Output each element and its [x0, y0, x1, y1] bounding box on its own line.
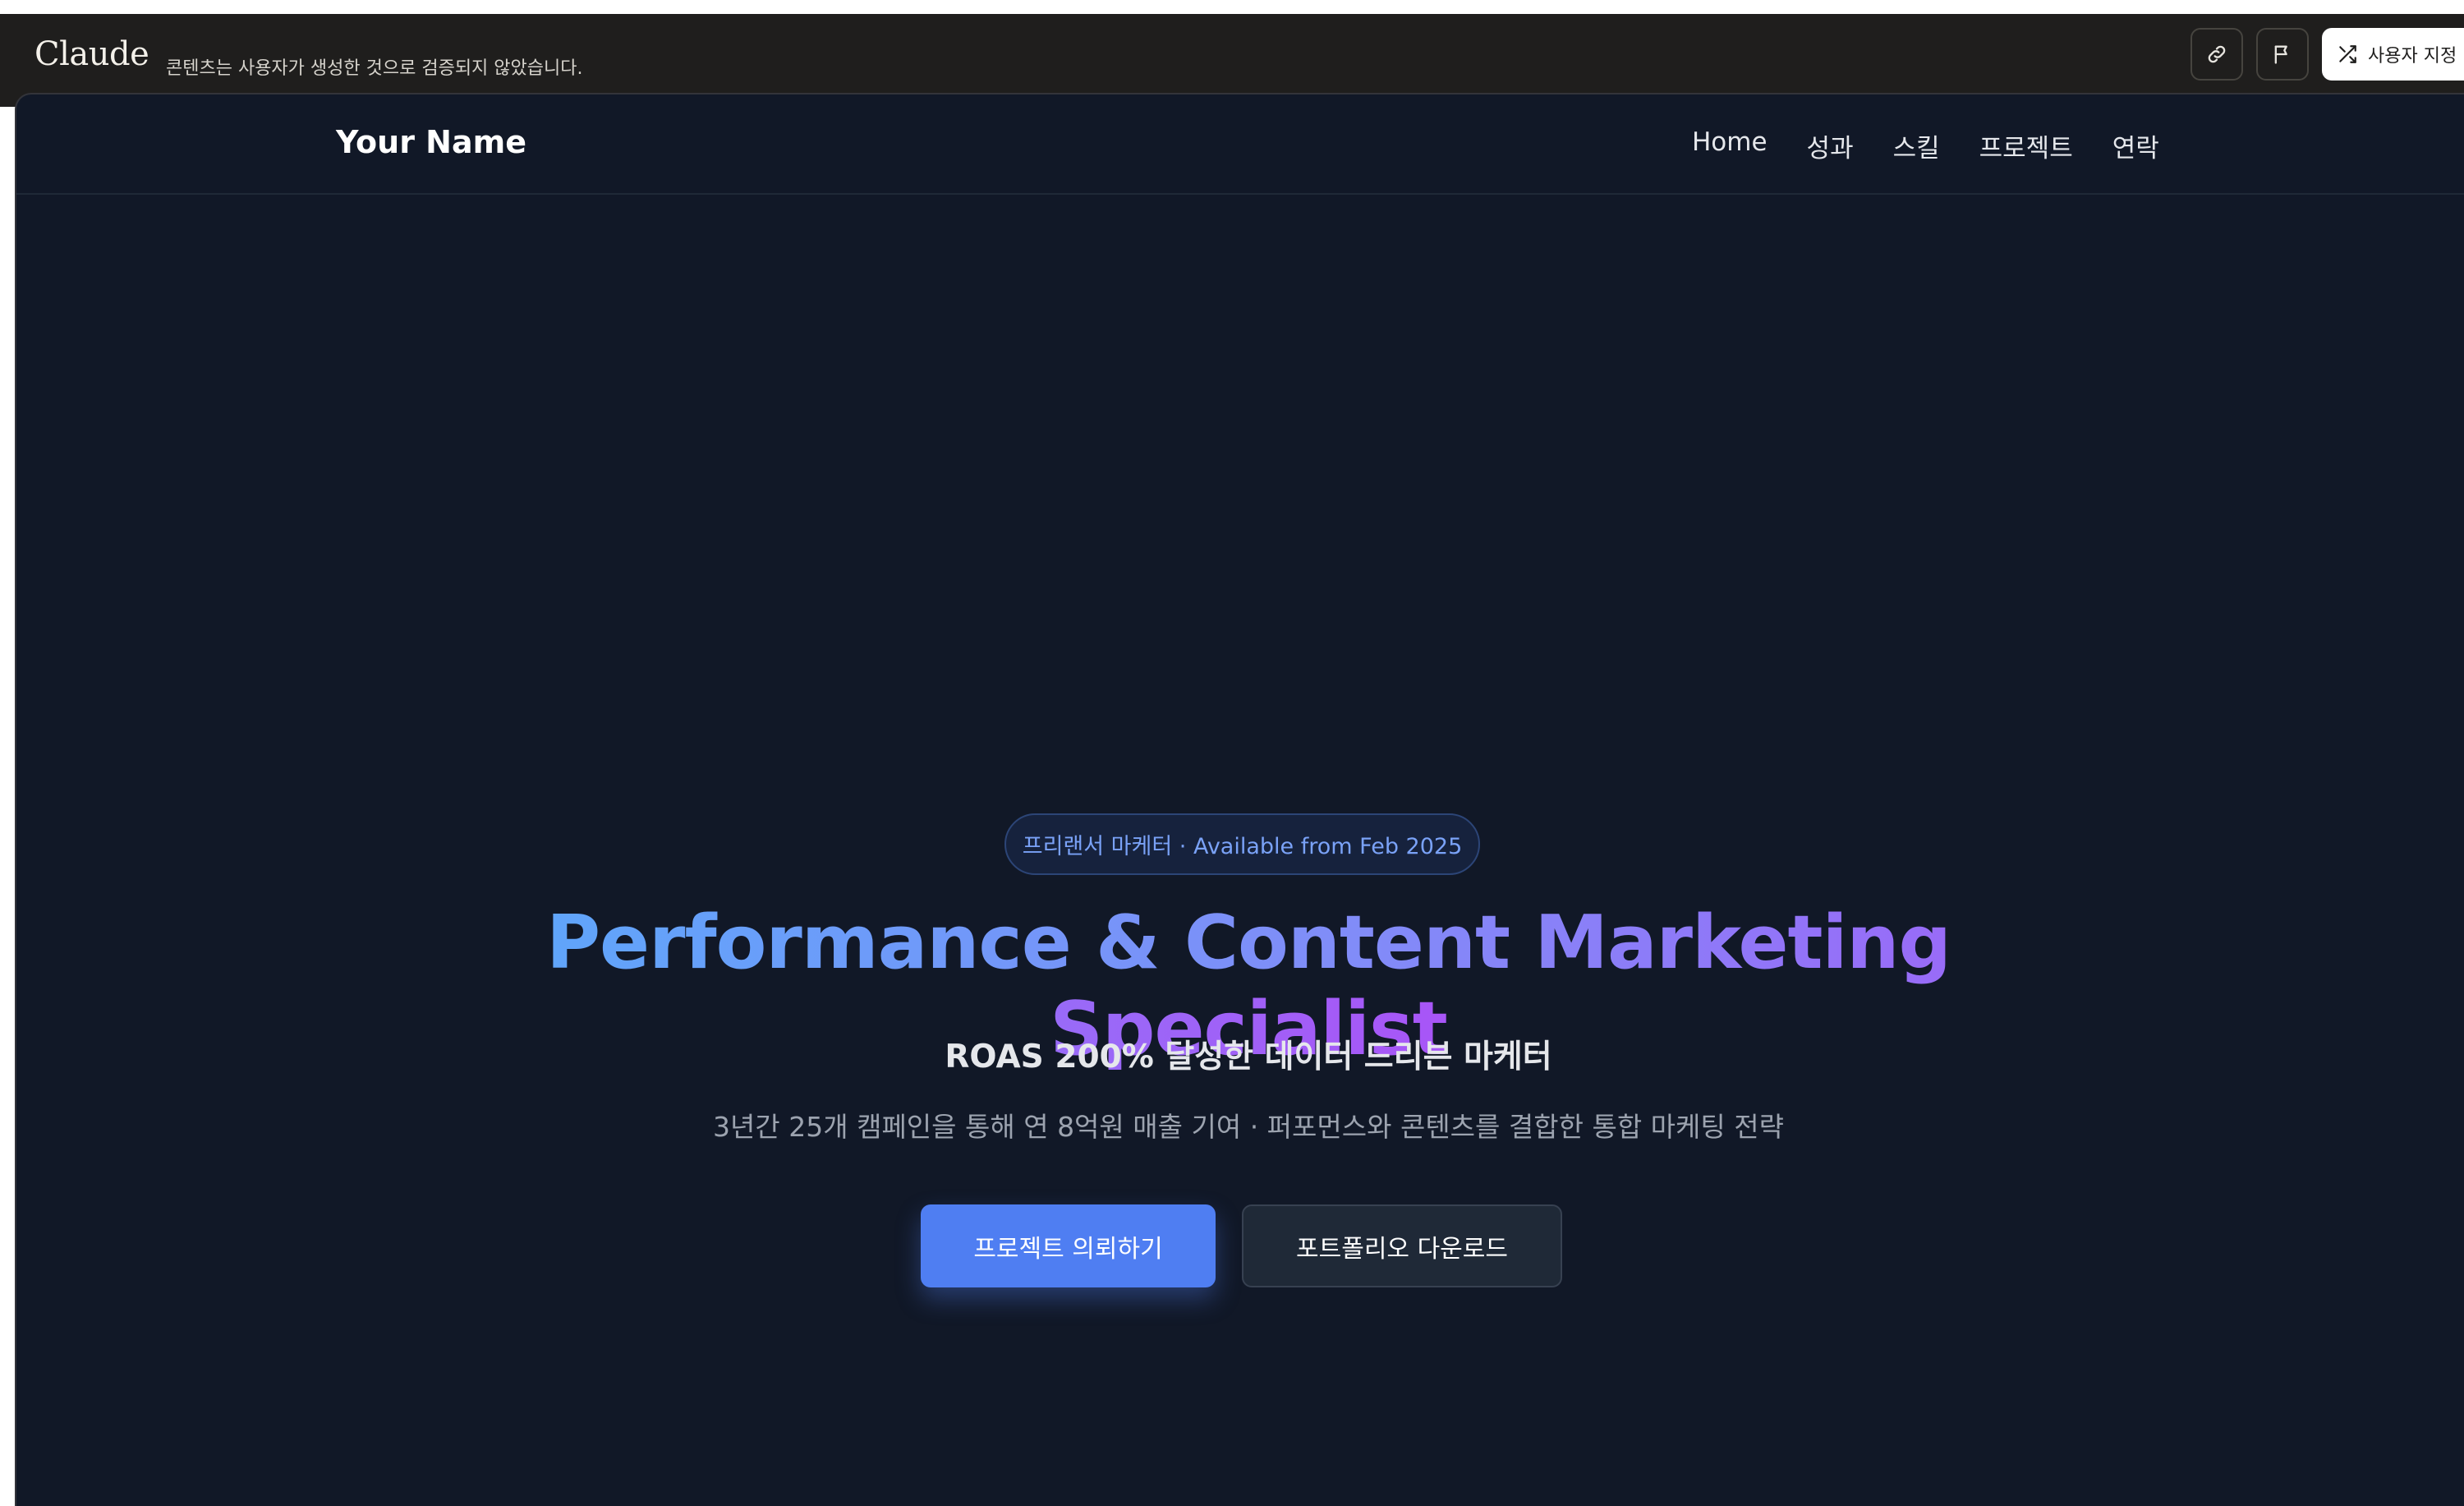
nav-link-contact[interactable]: 연락 — [2112, 127, 2159, 164]
download-portfolio-button[interactable]: 포트폴리오 다운로드 — [1242, 1204, 1562, 1287]
shuffle-icon — [2339, 45, 2356, 63]
link-icon — [2208, 45, 2226, 63]
content-notice: 콘텐츠는 사용자가 생성한 것으로 검증되지 않았습니다. — [166, 58, 583, 79]
nav-link-skills[interactable]: 스킬 — [1893, 127, 1940, 164]
copy-link-button[interactable] — [2190, 28, 2243, 81]
customize-button[interactable]: 사용자 지정 — [2322, 28, 2464, 81]
nav-link-projects[interactable]: 프로젝트 — [1979, 127, 2073, 164]
report-button[interactable] — [2256, 28, 2309, 81]
hero-description: 3년간 25개 캠페인을 통해 연 8억원 매출 기여 · 퍼포먼스와 콘텐츠를… — [713, 1111, 1784, 1143]
hero-section: 프리랜서 마케터 · Available from Feb 2025 Perfo… — [16, 94, 1951, 1506]
availability-badge: 프리랜서 마케터 · Available from Feb 2025 — [1004, 813, 1480, 875]
request-project-button[interactable]: 프로젝트 의뢰하기 — [921, 1204, 1216, 1287]
customize-label: 사용자 지정 — [2368, 46, 2457, 67]
nav-link-achievements[interactable]: 성과 — [1807, 127, 1854, 164]
hero-subtitle: ROAS 200% 달성한 데이터 드리븐 마케터 — [945, 1039, 1552, 1075]
nav-link-home[interactable]: Home — [1692, 127, 1768, 164]
artifact-preview: Your Name Home 성과 스킬 프로젝트 연락 프리랜서 마케터 · … — [15, 93, 2464, 1506]
flag-icon — [2274, 45, 2287, 64]
claude-logo[interactable]: Claude — [34, 35, 149, 73]
nav-links: Home 성과 스킬 프로젝트 연락 — [1692, 127, 2159, 164]
